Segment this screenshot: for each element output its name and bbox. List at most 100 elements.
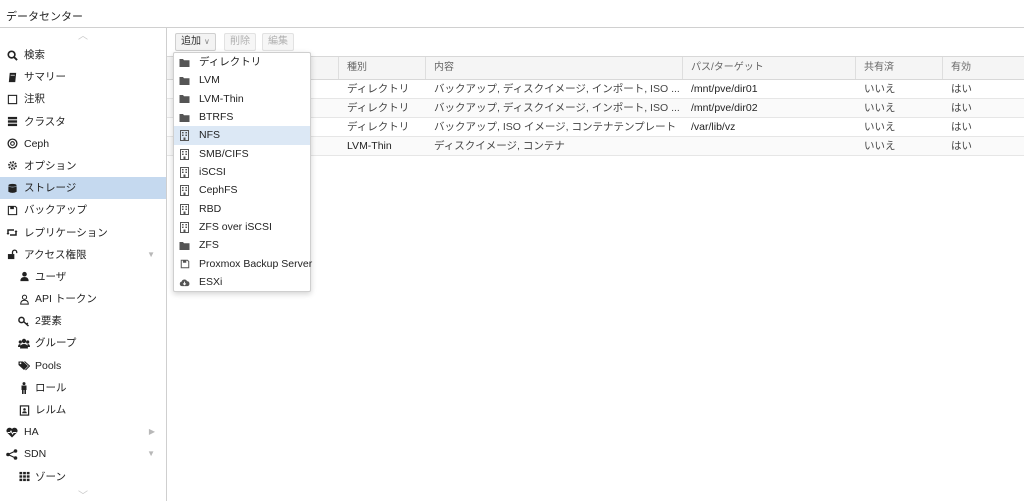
menu-item-cephfs[interactable]: CephFS <box>174 181 310 199</box>
menu-item-label: LVM-Thin <box>199 92 244 105</box>
edit-button[interactable]: 編集 <box>262 33 294 51</box>
menu-item-iscsi[interactable]: iSCSI <box>174 163 310 181</box>
building-icon <box>179 130 190 142</box>
column-header-shared[interactable]: 共有済 <box>856 57 943 79</box>
sidebar-item-sdn[interactable]: SDN ▼ <box>0 443 166 465</box>
sidebar-item-tfa[interactable]: 2要素 <box>0 310 166 332</box>
cloud-icon <box>179 277 190 288</box>
menu-item-label: CephFS <box>199 184 238 197</box>
sidebar-item-permissions[interactable]: アクセス権限 ▼ <box>0 244 166 266</box>
menu-item-proxmox-backup-server[interactable]: Proxmox Backup Server <box>174 255 312 273</box>
folder-icon <box>179 240 190 251</box>
sidebar-item-label: アクセス権限 <box>24 248 87 261</box>
sidebar-item-label: API トークン <box>35 293 97 306</box>
column-header-content[interactable]: 内容 <box>426 57 683 79</box>
unlock-icon <box>6 249 18 261</box>
retweet-icon <box>6 227 18 239</box>
search-icon <box>6 49 18 61</box>
top-bar: データセンター <box>0 0 1024 28</box>
menu-item-lvm-thin[interactable]: LVM-Thin <box>174 90 310 108</box>
tags-icon <box>18 360 30 372</box>
user-icon <box>18 271 30 283</box>
column-header-type[interactable]: 種別 <box>339 57 426 79</box>
sidebar-item-ha[interactable]: HA ▶ <box>0 421 166 443</box>
cell-type: ディレクトリ <box>347 102 410 114</box>
cell-path: /mnt/pve/dir02 <box>691 102 758 114</box>
menu-item-nfs[interactable]: NFS <box>174 126 310 145</box>
sidebar-item-options[interactable]: オプション <box>0 155 166 177</box>
sidebar-item-label: オプション <box>24 159 77 172</box>
sidebar-item-backup[interactable]: バックアップ <box>0 199 166 221</box>
menu-item-zfs-over-iscsi[interactable]: ZFS over iSCSI <box>174 218 310 236</box>
building-icon <box>179 185 190 197</box>
sidebar-item-storage[interactable]: ストレージ <box>0 177 166 200</box>
sidebar-item-label: 注釈 <box>24 93 45 106</box>
cell-type: ディレクトリ <box>347 83 410 95</box>
address-book-icon <box>18 404 30 416</box>
cell-path: /var/lib/vz <box>691 121 736 133</box>
cell-path: /mnt/pve/dir01 <box>691 83 758 95</box>
th-icon <box>18 471 30 483</box>
sidebar-item-label: グループ <box>35 337 77 350</box>
menu-item-btrfs[interactable]: BTRFS <box>174 108 310 126</box>
add-button-label: 追加 <box>181 36 201 47</box>
cell-path <box>683 137 856 155</box>
column-header-path[interactable]: パス/ターゲット <box>683 57 856 79</box>
sidebar-item-label: 検索 <box>24 49 45 61</box>
chevron-down-icon[interactable]: ▼ <box>147 244 155 266</box>
add-button[interactable]: 追加 ∨ <box>175 33 216 51</box>
cell-enabled: はい <box>951 83 972 95</box>
sidebar-item-users[interactable]: ユーザ <box>0 266 166 288</box>
folder-icon <box>179 57 190 68</box>
sidebar-item-notes[interactable]: 注釈 <box>0 88 166 110</box>
cell-enabled: はい <box>951 121 972 133</box>
menu-item-label: ESXi <box>199 276 223 289</box>
chevron-down-icon[interactable]: ▼ <box>147 443 155 465</box>
user-outline-icon <box>18 293 30 305</box>
delete-button[interactable]: 削除 <box>224 33 256 51</box>
menu-item-esxi[interactable]: ESXi <box>174 273 310 291</box>
sidebar-item-api-tokens[interactable]: API トークン <box>0 288 166 310</box>
column-header-enabled[interactable]: 有効 <box>943 57 1024 79</box>
cell-shared: いいえ <box>864 83 896 95</box>
sidebar-item-zones[interactable]: ゾーン <box>0 466 166 488</box>
sidebar-item-label: HA <box>24 426 39 439</box>
menu-item-rbd[interactable]: RBD <box>174 200 310 218</box>
sidebar-nav: 検索 サマリー 注釈 クラスタ Ceph オプション ストレージ バックアップ <box>0 44 166 488</box>
menu-item-lvm[interactable]: LVM <box>174 71 310 89</box>
sidebar-item-replication[interactable]: レプリケーション <box>0 222 166 244</box>
menu-item-directory[interactable]: ディレクトリ <box>174 53 310 71</box>
ceph-icon <box>6 138 18 150</box>
sidebar-item-cluster[interactable]: クラスタ <box>0 111 166 133</box>
sidebar-scroll-down[interactable]: ﹀ <box>0 490 166 504</box>
cell-shared: いいえ <box>864 140 896 152</box>
cell-content: バックアップ, ディスクイメージ, インポート, ISO ... <box>434 83 680 95</box>
book-icon <box>6 71 18 83</box>
sidebar-item-search[interactable]: 検索 <box>0 44 166 66</box>
floppy-icon <box>6 204 18 216</box>
sidebar-item-label: クラスタ <box>24 115 66 128</box>
sidebar-item-label: SDN <box>24 448 47 461</box>
sidebar-item-roles[interactable]: ロール <box>0 377 166 399</box>
sidebar-scroll-up[interactable]: ︿ <box>0 30 166 44</box>
sidebar-item-pools[interactable]: Pools <box>0 355 166 377</box>
menu-item-label: NFS <box>199 129 220 142</box>
chevron-right-icon[interactable]: ▶ <box>149 421 155 443</box>
menu-item-zfs[interactable]: ZFS <box>174 236 310 254</box>
sidebar-item-label: バックアップ <box>24 204 87 217</box>
menu-item-label: ZFS over iSCSI <box>199 221 272 234</box>
cell-shared: いいえ <box>864 121 896 133</box>
menu-item-label: LVM <box>199 74 220 87</box>
cell-enabled: はい <box>951 140 972 152</box>
folder-icon <box>179 112 190 123</box>
sidebar-item-realms[interactable]: レルム <box>0 399 166 421</box>
menu-item-label: iSCSI <box>199 166 226 179</box>
database-icon <box>6 182 18 194</box>
sidebar-item-groups[interactable]: グループ <box>0 332 166 354</box>
cell-shared: いいえ <box>864 102 896 114</box>
sidebar-item-label: Pools <box>35 359 62 372</box>
menu-item-smb-cifs[interactable]: SMB/CIFS <box>174 145 310 163</box>
sidebar-item-ceph[interactable]: Ceph <box>0 133 166 155</box>
sidebar-item-label: レルム <box>35 404 67 416</box>
sidebar-item-summary[interactable]: サマリー <box>0 66 166 88</box>
